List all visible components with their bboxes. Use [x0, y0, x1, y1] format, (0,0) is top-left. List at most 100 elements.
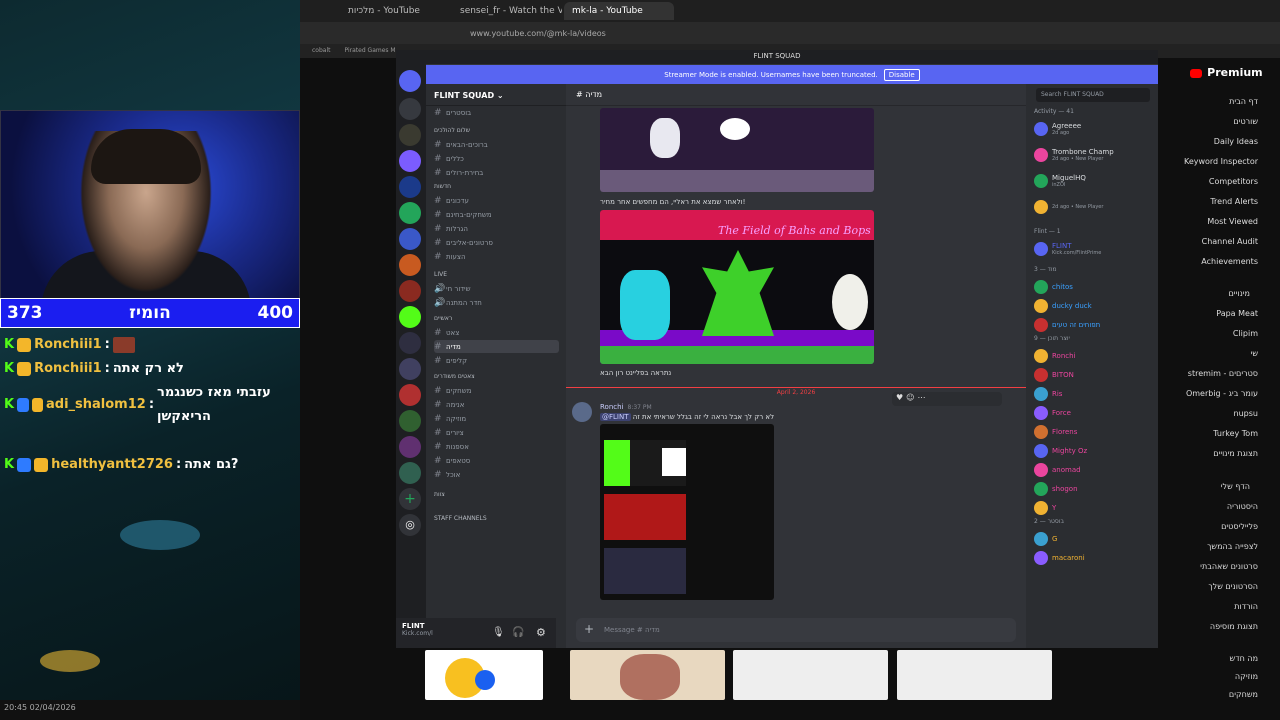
bookmark[interactable]: Pirated Games M [344, 47, 395, 55]
video-thumbnail[interactable] [425, 650, 543, 700]
you-item[interactable]: הסרטונים שלך [1208, 582, 1258, 591]
add-server-icon[interactable]: + [399, 488, 421, 510]
sidebar-item-shorts[interactable]: שורטים [1233, 117, 1258, 126]
server-icon[interactable] [399, 228, 421, 250]
bookmark[interactable]: cobalt [312, 47, 330, 55]
you-item[interactable]: היסטוריה [1227, 502, 1258, 511]
member-item[interactable]: macaroni [1034, 549, 1154, 567]
member-item[interactable]: Ris [1034, 385, 1154, 403]
message-input[interactable]: + Message # מדיה [576, 618, 1016, 642]
channel-category[interactable]: שלום להולכים [434, 124, 559, 137]
screenshot-attachment[interactable] [600, 424, 774, 600]
channel-item[interactable]: # בוסטרים [434, 106, 559, 119]
server-icon[interactable] [399, 410, 421, 432]
sub-item[interactable]: stremim - סטריםים [1188, 369, 1258, 378]
sub-item[interactable]: Turkey Tom [1213, 429, 1258, 438]
member-item[interactable]: MiguelHQ inZOI [1034, 172, 1154, 190]
member-item[interactable]: BITON [1034, 366, 1154, 384]
image-attachment[interactable] [600, 108, 874, 192]
youtube-logo[interactable]: ▶ Premium [1190, 66, 1268, 79]
member-item[interactable]: ducky duck [1034, 297, 1154, 315]
channel-category[interactable]: חדשות [434, 180, 559, 193]
member-item[interactable]: Force [1034, 404, 1154, 422]
you-item[interactable]: לצפייה בהמשך [1207, 542, 1258, 551]
channel-item[interactable]: 🔊 חדר המתנה [434, 296, 559, 309]
member-item[interactable]: 2d ago • New Player [1034, 198, 1154, 216]
sidebar-item-home[interactable]: דף הבית [1229, 97, 1258, 106]
channel-category[interactable]: צוות [434, 488, 559, 501]
channel-item[interactable]: # הגרלות [434, 222, 559, 235]
discover-icon[interactable]: ◎ [399, 514, 421, 536]
mic-icon[interactable]: 🎙 [492, 627, 505, 638]
sub-item[interactable]: nupsu [1234, 409, 1258, 418]
sub-item[interactable]: שי [1251, 349, 1258, 358]
video-thumbnail[interactable] [570, 650, 725, 700]
server-icon[interactable] [399, 202, 421, 224]
server-name[interactable]: FLINT SQUAD ⌄ [426, 84, 566, 106]
explore-item[interactable]: מוזיקה [1235, 672, 1258, 681]
channel-item[interactable]: # אספנות [434, 440, 559, 453]
channel-item[interactable]: # כללים [434, 152, 559, 165]
server-icon[interactable] [399, 98, 421, 120]
sidebar-item[interactable]: Keyword Inspector [1184, 157, 1258, 166]
tab-youtube[interactable]: מלכיות - YouTube [340, 2, 450, 20]
sidebar-item[interactable]: Daily Ideas [1214, 137, 1258, 146]
channel-item[interactable]: # צאט [434, 326, 559, 339]
sub-item[interactable]: Papa Meat [1216, 309, 1258, 318]
tab-kick[interactable]: sensei_fr - Watch the VOD on K [452, 2, 562, 20]
channel-category[interactable]: ראשיים [434, 312, 559, 325]
member-item[interactable]: Mighty Oz [1034, 442, 1154, 460]
sub-item[interactable]: תצוגת מינויים [1213, 449, 1258, 458]
member-item[interactable]: Trombone Champ 2d ago • New Player [1034, 146, 1154, 164]
channel-item[interactable]: # משחקים-בחינם [434, 208, 559, 221]
sidebar-item[interactable]: Trend Alerts [1210, 197, 1258, 206]
member-item[interactable]: shogon [1034, 480, 1154, 498]
channel-item[interactable]: # אנימה [434, 398, 559, 411]
channel-category[interactable]: STAFF CHANNELS [434, 512, 559, 525]
member-item[interactable]: תפוחים זה טעים [1034, 316, 1154, 334]
channel-item[interactable]: # קליפים [434, 354, 559, 367]
member-item[interactable]: chitos [1034, 278, 1154, 296]
you-item[interactable]: פלייליסטים [1221, 522, 1258, 531]
you-item[interactable]: סרטונים שאהבתי [1200, 562, 1258, 571]
channel-item[interactable]: # ברוכים-הבאים [434, 138, 559, 151]
channel-category[interactable]: LIVE [434, 268, 559, 281]
channel-item[interactable]: # אוכל [434, 468, 559, 481]
avatar[interactable] [572, 402, 592, 422]
channel-item[interactable]: # ציורים [434, 426, 559, 439]
image-attachment[interactable]: The Field of Bahs and Bops [600, 210, 874, 364]
channel-item[interactable]: 🔊 שידור חי [434, 282, 559, 295]
member-item[interactable]: anomad [1034, 461, 1154, 479]
disable-button[interactable]: Disable [883, 68, 920, 81]
server-icon[interactable] [399, 150, 421, 172]
sidebar-item[interactable]: Achievements [1201, 257, 1258, 266]
server-icon[interactable] [399, 280, 421, 302]
tab-youtube-active[interactable]: mk-la - YouTube [564, 2, 674, 20]
server-icon[interactable] [399, 358, 421, 380]
server-icon[interactable] [399, 332, 421, 354]
server-icon[interactable] [399, 254, 421, 276]
user-name[interactable]: FLINT [402, 622, 550, 630]
channel-item[interactable]: # מוזיקה [434, 412, 559, 425]
message-actions[interactable]: ♥☺⋯ [892, 392, 1002, 406]
discord-home-icon[interactable] [399, 70, 421, 92]
headphones-icon[interactable]: 🎧 [512, 627, 524, 638]
channel-item[interactable]: # סרטונים-אליבים [434, 236, 559, 249]
explore-item[interactable]: משחקים [1229, 690, 1258, 699]
search-input[interactable]: Search FLINT SQUAD [1036, 88, 1150, 102]
member-item[interactable]: Y [1034, 499, 1154, 517]
server-icon[interactable] [399, 124, 421, 146]
channel-item[interactable]: # עדכונים [434, 194, 559, 207]
member-item[interactable]: FLINT Kick.com/FlintPrime [1034, 240, 1154, 258]
sub-item[interactable]: Clipim [1233, 329, 1258, 338]
channel-item[interactable]: # בחירת-רולים [434, 166, 559, 179]
member-item[interactable]: Agreeee 2d ago [1034, 120, 1154, 138]
you-item[interactable]: תצוגת מוסיפה [1210, 622, 1258, 631]
server-icon[interactable] [399, 306, 421, 328]
channel-item[interactable]: # מדיה [434, 340, 559, 353]
you-item[interactable]: הורדות [1234, 602, 1258, 611]
sidebar-item[interactable]: Channel Audit [1202, 237, 1258, 246]
sub-item[interactable]: Omerbig - עומר ביג [1186, 389, 1258, 398]
add-attachment-icon[interactable]: + [584, 622, 594, 636]
member-item[interactable]: Florens [1034, 423, 1154, 441]
